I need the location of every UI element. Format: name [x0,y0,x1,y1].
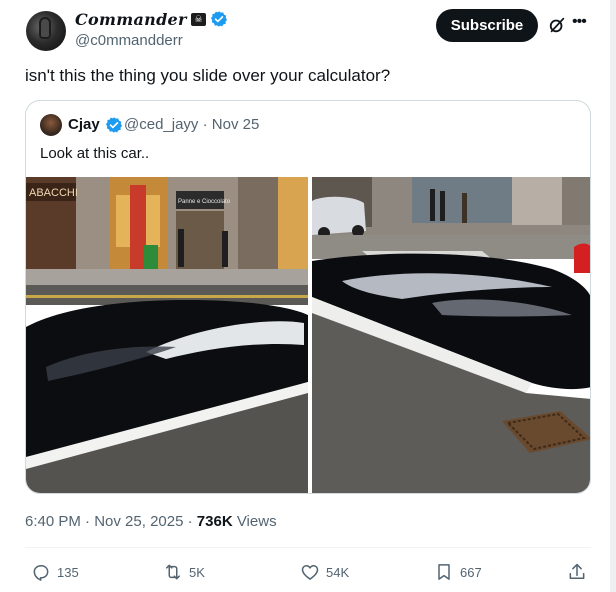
quoted-verified-badge-icon [105,117,123,133]
tweet-metadata: 6:40 PM · Nov 25, 2025 · 736K Views [25,513,277,530]
store-sign-text: ABACCHI [29,187,78,199]
repost-icon [166,564,180,580]
grok-icon[interactable] [548,16,566,34]
tweet-date[interactable]: Nov 25, 2025 [94,513,183,530]
tweet-time[interactable]: 6:40 PM [25,513,81,530]
quoted-separator: · [198,116,212,133]
bookmark-icon [438,564,450,580]
quoted-date[interactable]: Nov 25 [212,116,260,133]
author-handle[interactable]: @c0mmandderr [75,32,183,49]
car-photo-left[interactable]: ABACCHI Panne e Cioccolato [26,177,308,494]
quoted-author-handle[interactable]: @ced_jayy [124,116,198,133]
repost-count: 5K [189,564,205,580]
verified-badge-icon[interactable] [210,10,228,28]
quoted-author-avatar[interactable] [40,114,62,136]
reply-count: 135 [57,564,79,580]
views-count: 736K [196,513,233,530]
pirate-flag-icon: ☠ [191,13,206,26]
divider [25,547,591,548]
page-edge [610,0,616,592]
quoted-author-name[interactable]: Cjay [68,116,100,133]
subscribe-button[interactable]: Subscribe [436,9,538,42]
share-icon [569,563,585,579]
views-label: Views [232,513,277,530]
more-icon[interactable]: ••• [572,13,590,31]
quoted-tweet-text: Look at this car.. [40,145,150,162]
bookmark-button[interactable]: 667 [434,562,482,582]
meta-separator: · [80,513,95,530]
reply-button[interactable]: 135 [31,562,79,582]
author-display-name[interactable]: Commander [75,10,187,29]
tweet-text: isn't this the thing you slide over your… [25,66,391,85]
quoted-tweet-card[interactable]: Cjay @ced_jayy · Nov 25 Look at this car… [25,100,591,494]
reply-icon [33,565,49,582]
author-avatar[interactable] [26,11,66,51]
heart-icon [301,565,319,580]
bookmark-count: 667 [460,564,482,580]
meta-separator-2: · [183,513,197,530]
like-button[interactable]: 54K [300,562,349,582]
share-button[interactable] [567,562,587,582]
repost-button[interactable]: 5K [163,562,205,582]
quoted-meta: @ced_jayy · Nov 25 [124,116,259,133]
car-photo-right[interactable] [312,177,591,494]
like-count: 54K [326,564,350,580]
shop-sign-text: Panne e Cioccolato [178,199,231,205]
